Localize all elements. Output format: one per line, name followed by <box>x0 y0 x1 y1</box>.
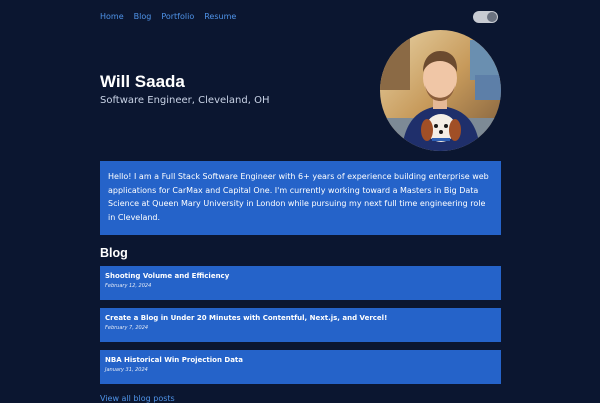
blog-post-card[interactable]: NBA Historical Win Projection Data Janua… <box>100 350 501 384</box>
view-all-posts-link[interactable]: View all blog posts <box>100 394 175 403</box>
hero-name: Will Saada <box>100 72 185 91</box>
top-nav: Home Blog Portfolio Resume <box>100 12 236 21</box>
blog-post-title: Create a Blog in Under 20 Minutes with C… <box>105 314 388 322</box>
blog-post-date: February 12, 2024 <box>105 283 152 289</box>
profile-photo <box>380 30 501 151</box>
blog-post-title: Shooting Volume and Efficiency <box>105 272 230 280</box>
blog-post-card[interactable]: Create a Blog in Under 20 Minutes with C… <box>100 308 501 342</box>
nav-resume-link[interactable]: Resume <box>204 12 236 21</box>
nav-home-link[interactable]: Home <box>100 12 124 21</box>
theme-toggle[interactable] <box>473 11 498 23</box>
blog-post-date: February 7, 2024 <box>105 325 149 331</box>
toggle-knob <box>487 12 497 22</box>
nav-portfolio-link[interactable]: Portfolio <box>161 12 194 21</box>
blog-post-card[interactable]: Shooting Volume and Efficiency February … <box>100 266 501 300</box>
blog-heading: Blog <box>100 246 128 260</box>
blog-post-date: January 31, 2024 <box>105 367 148 373</box>
bio-card: Hello! I am a Full Stack Software Engine… <box>100 161 501 235</box>
nav-blog-link[interactable]: Blog <box>134 12 152 21</box>
blog-post-title: NBA Historical Win Projection Data <box>105 356 243 364</box>
hero-role: Software Engineer, Cleveland, OH <box>100 95 270 106</box>
